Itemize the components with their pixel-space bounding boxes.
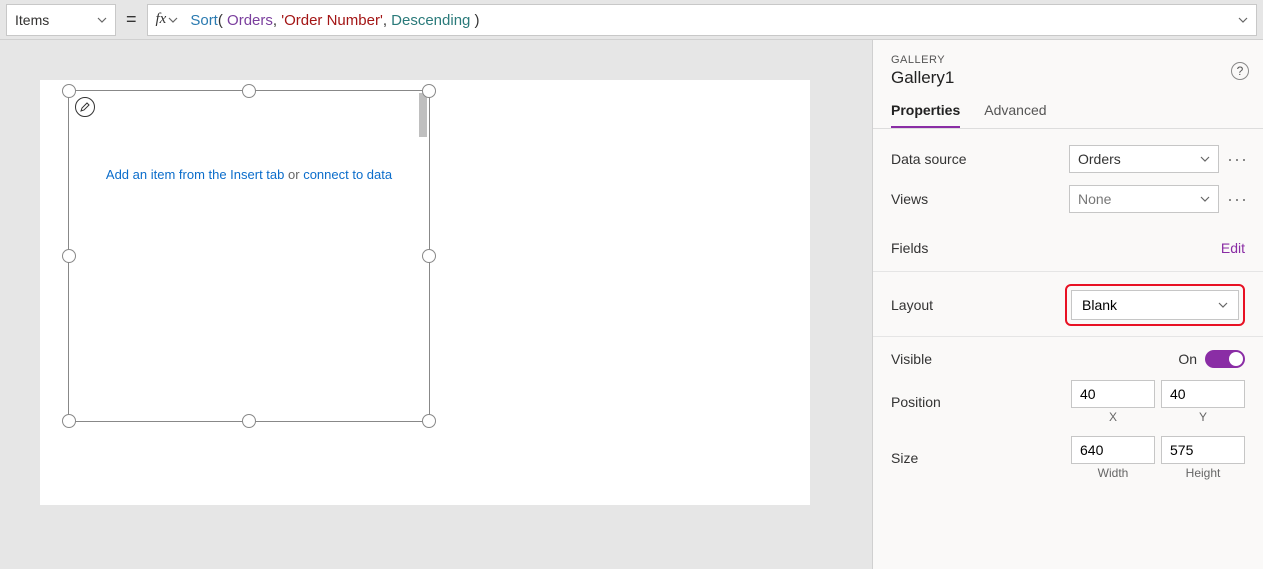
tab-properties[interactable]: Properties xyxy=(891,102,960,128)
more-icon[interactable]: ··· xyxy=(1227,154,1245,164)
position-label: Position xyxy=(891,394,1071,410)
main: Add an item from the Insert tab or conne… xyxy=(0,40,1263,569)
resize-handle[interactable] xyxy=(62,84,76,98)
insert-tab-link[interactable]: Add an item from the Insert tab xyxy=(106,167,284,182)
views-dropdown[interactable]: None xyxy=(1069,185,1219,213)
connect-data-link[interactable]: connect to data xyxy=(303,167,392,182)
gallery-selection[interactable]: Add an item from the Insert tab or conne… xyxy=(68,90,430,422)
resize-handle[interactable] xyxy=(422,249,436,263)
control-type-label: GALLERY xyxy=(891,54,1245,66)
canvas-area: Add an item from the Insert tab or conne… xyxy=(0,40,872,569)
row-visible: Visible On xyxy=(873,336,1263,374)
tab-advanced[interactable]: Advanced xyxy=(984,102,1046,128)
size-width-sublabel: Width xyxy=(1098,466,1129,480)
position-x-sublabel: X xyxy=(1109,410,1117,424)
fields-edit-link[interactable]: Edit xyxy=(1221,240,1245,256)
row-layout: Layout Blank xyxy=(873,271,1263,332)
equals-label: = xyxy=(122,9,141,30)
canvas[interactable]: Add an item from the Insert tab or conne… xyxy=(40,80,810,505)
views-label: Views xyxy=(891,191,1069,207)
gallery-hint: Add an item from the Insert tab or conne… xyxy=(69,167,429,182)
fields-label: Fields xyxy=(891,240,1221,256)
visible-toggle[interactable] xyxy=(1205,350,1245,368)
chevron-down-icon xyxy=(1218,300,1228,310)
position-y-sublabel: Y xyxy=(1199,410,1207,424)
more-icon[interactable]: ··· xyxy=(1227,194,1245,204)
chevron-down-icon xyxy=(1200,194,1210,204)
chevron-down-icon xyxy=(97,15,107,25)
size-label: Size xyxy=(891,450,1071,466)
resize-handle[interactable] xyxy=(422,414,436,428)
resize-handle[interactable] xyxy=(422,84,436,98)
layout-highlight: Blank xyxy=(1065,284,1245,326)
formula-bar: Items = fx Sort( Orders, 'Order Number',… xyxy=(0,0,1263,40)
position-x-input[interactable] xyxy=(1071,380,1155,408)
row-views: Views None ··· xyxy=(873,179,1263,219)
resize-handle[interactable] xyxy=(62,414,76,428)
fx-icon: fx xyxy=(156,11,167,28)
resize-handle[interactable] xyxy=(242,414,256,428)
control-name[interactable]: Gallery1 xyxy=(891,68,1245,88)
formula-input[interactable]: fx Sort( Orders, 'Order Number', Descend… xyxy=(147,4,1257,36)
data-source-label: Data source xyxy=(891,151,1069,167)
resize-handle[interactable] xyxy=(242,84,256,98)
panel-tabs: Properties Advanced xyxy=(873,94,1263,129)
panel-header: GALLERY Gallery1 ? xyxy=(873,40,1263,94)
chevron-down-icon[interactable] xyxy=(168,15,178,25)
property-selector[interactable]: Items xyxy=(6,4,116,36)
position-y-input[interactable] xyxy=(1161,380,1245,408)
layout-dropdown[interactable]: Blank xyxy=(1071,290,1239,320)
size-height-sublabel: Height xyxy=(1186,466,1221,480)
data-source-dropdown[interactable]: Orders xyxy=(1069,145,1219,173)
size-height-input[interactable] xyxy=(1161,436,1245,464)
help-icon[interactable]: ? xyxy=(1231,62,1249,80)
visible-state: On xyxy=(1178,351,1197,367)
row-position: Position X Y xyxy=(873,374,1263,430)
row-data-source: Data source Orders ··· xyxy=(873,139,1263,179)
resize-handle[interactable] xyxy=(62,249,76,263)
properties-list: Data source Orders ··· Views None ··· Fi… xyxy=(873,129,1263,486)
size-width-input[interactable] xyxy=(1071,436,1155,464)
pencil-icon[interactable] xyxy=(75,97,95,117)
row-fields: Fields Edit xyxy=(873,229,1263,267)
formula-text: Sort( Orders, 'Order Number', Descending… xyxy=(190,11,1238,29)
chevron-down-icon[interactable] xyxy=(1238,15,1248,25)
chevron-down-icon xyxy=(1200,154,1210,164)
properties-panel: GALLERY Gallery1 ? Properties Advanced D… xyxy=(872,40,1263,569)
property-selector-label: Items xyxy=(15,12,49,28)
row-size: Size Width Height xyxy=(873,430,1263,486)
layout-label: Layout xyxy=(891,297,1065,313)
visible-label: Visible xyxy=(891,351,1178,367)
scrollbar[interactable] xyxy=(419,93,427,137)
